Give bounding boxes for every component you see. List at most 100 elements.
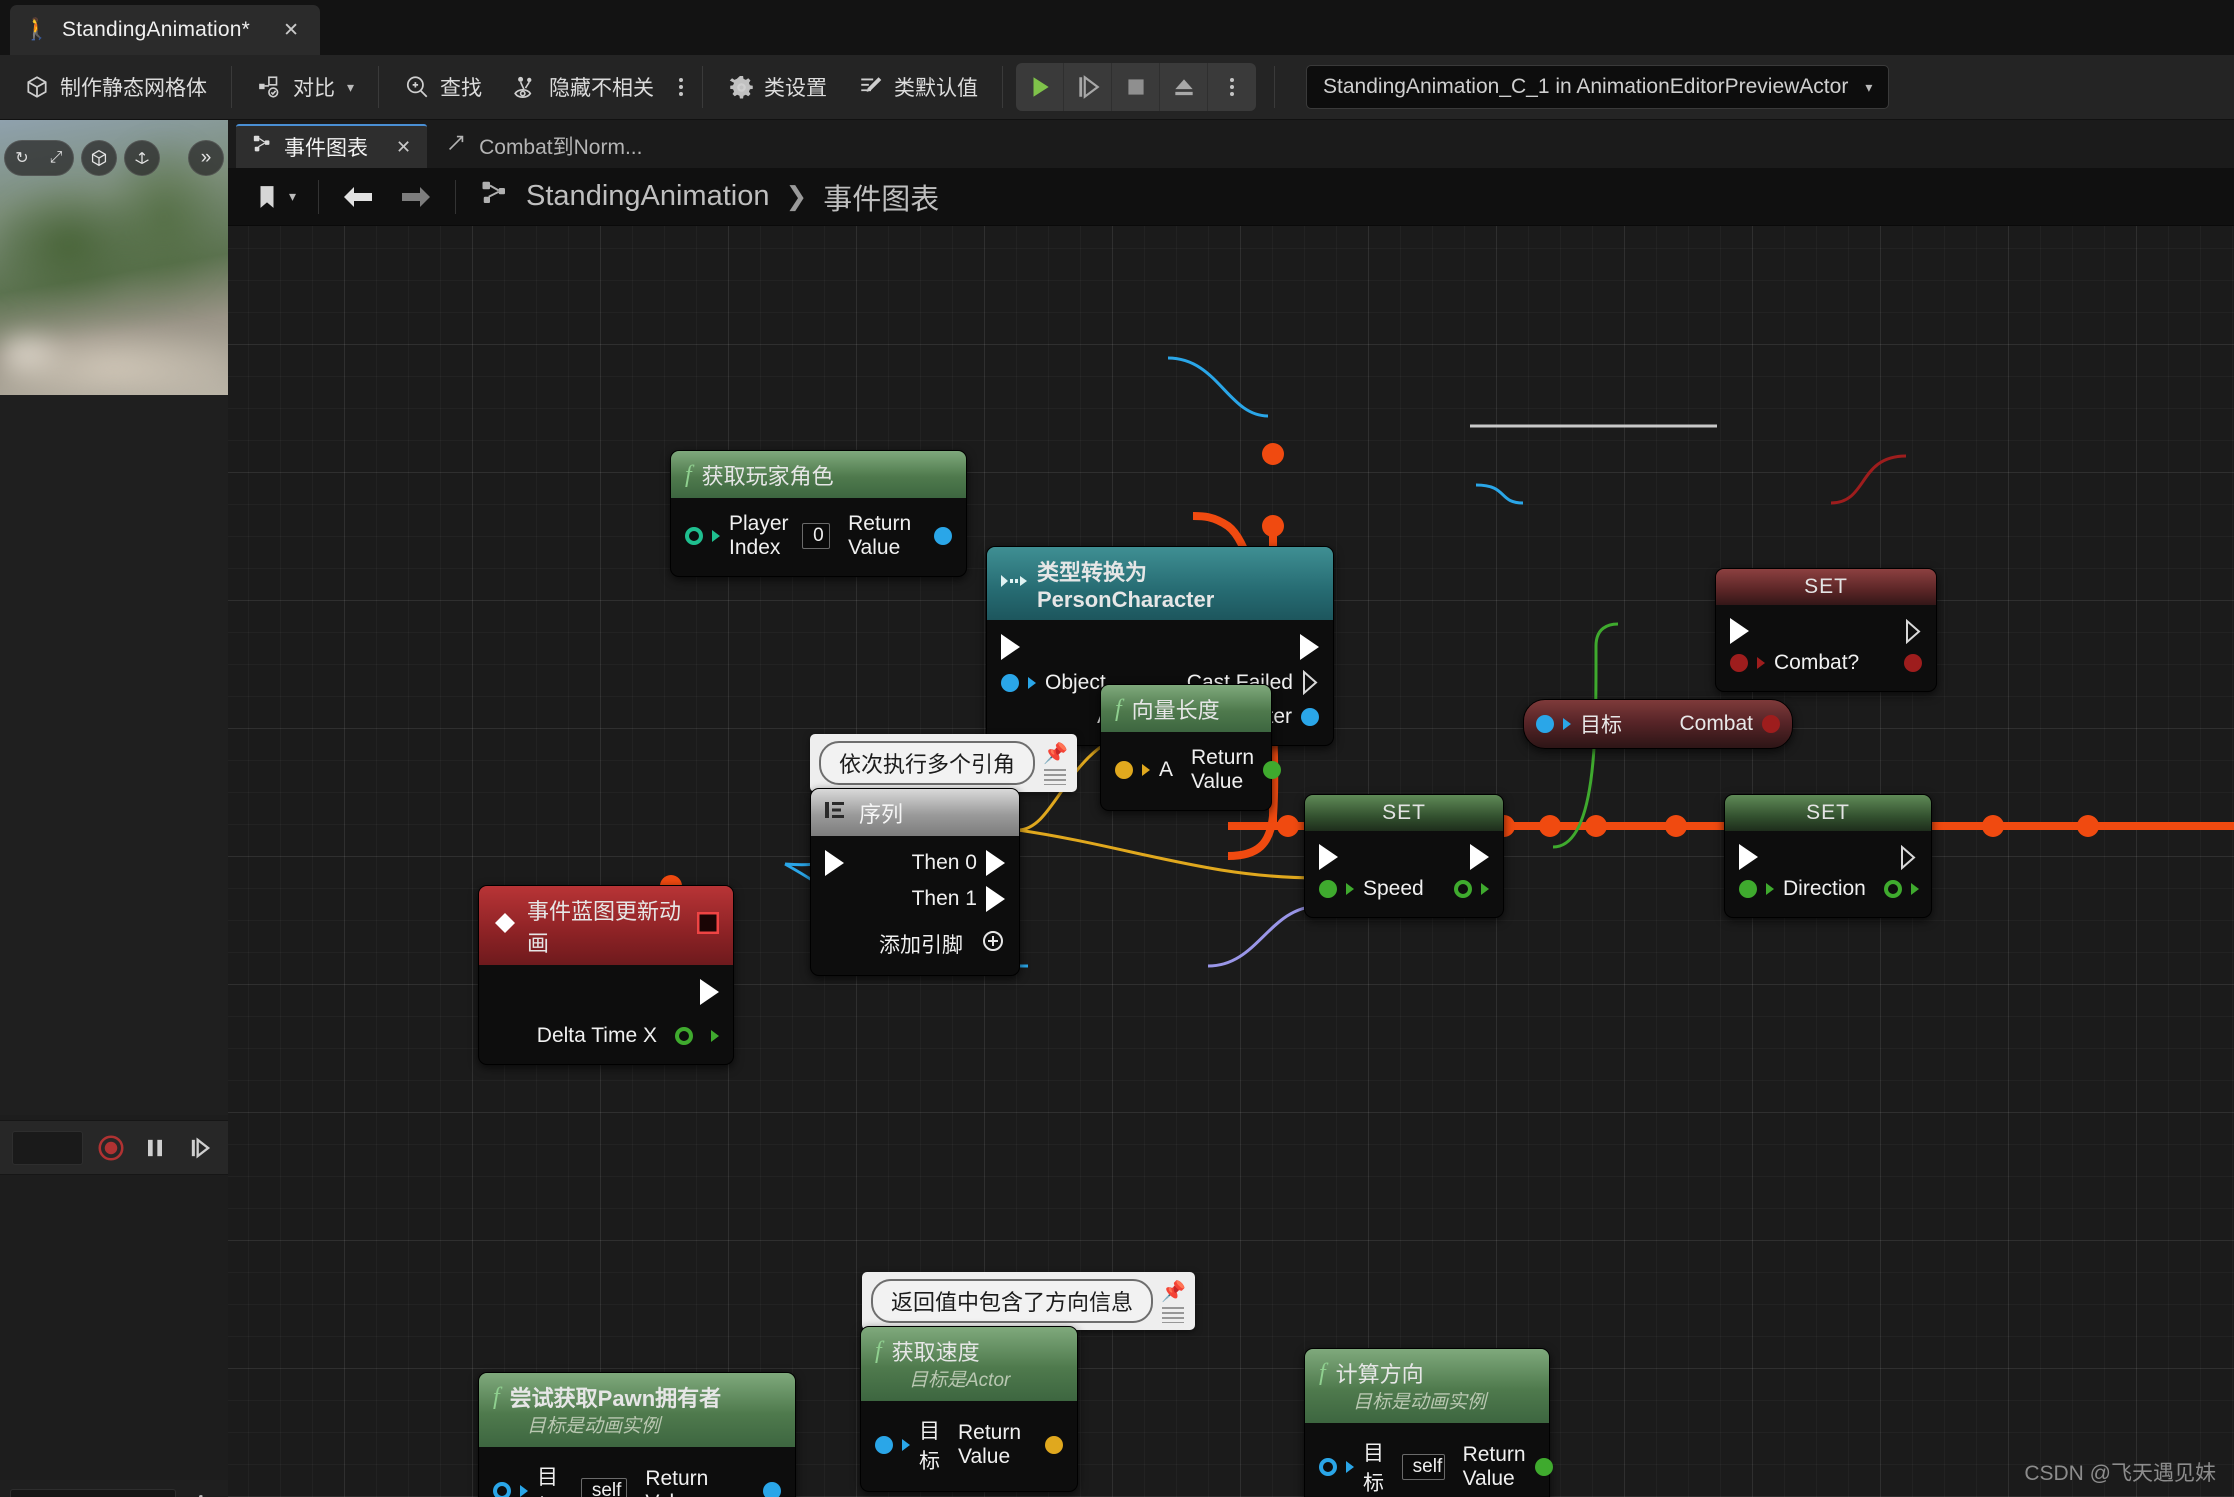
pin-then-1[interactable]: Then 1 — [912, 886, 1005, 912]
exec-pin-icon[interactable] — [700, 979, 719, 1005]
exec-pin-icon[interactable] — [1739, 844, 1758, 870]
make-static-mesh-button[interactable]: 制作静态网格体 — [8, 62, 222, 112]
eject-button[interactable] — [1160, 63, 1209, 111]
nav-back-button[interactable] — [329, 174, 387, 220]
comment-pin-group[interactable]: 📌 — [1161, 1279, 1186, 1323]
blueprint-graph-canvas[interactable]: f 获取玩家角色 Player Index 0 Return Value 类型转… — [228, 226, 2234, 1497]
pause-button[interactable] — [139, 1131, 171, 1165]
pin-return-value[interactable]: Return Value — [958, 1421, 1063, 1469]
event-diamond-icon — [493, 911, 517, 941]
record-button[interactable] — [95, 1131, 127, 1165]
pin-exec-in[interactable] — [825, 850, 844, 876]
node-sequence[interactable]: 序列 Then 0 Then 1 添加引脚 — [810, 788, 1020, 976]
target-value[interactable]: self — [580, 1478, 628, 1497]
node-get-player-character[interactable]: f 获取玩家角色 Player Index 0 Return Value — [670, 450, 967, 577]
pin-then-0[interactable]: Then 0 — [912, 850, 1005, 876]
exec-pin-icon[interactable] — [1730, 618, 1749, 644]
pin-player-index[interactable]: Player Index 0 — [685, 512, 831, 560]
preview-viewport[interactable]: ↻ ⤢ » — [0, 120, 228, 395]
preview-actor-dropdown[interactable]: StandingAnimation_C_1 in AnimationEditor… — [1306, 65, 1890, 109]
rotate-icon[interactable]: ↻ — [5, 141, 39, 175]
settings-gear-icon[interactable] — [184, 1489, 218, 1497]
pin-exec-in[interactable] — [1001, 634, 1020, 660]
close-icon[interactable]: ✕ — [396, 137, 411, 158]
pin-a[interactable]: A — [1115, 758, 1173, 782]
notes-icon[interactable] — [1044, 769, 1067, 785]
class-settings-button[interactable]: 类设置 — [712, 62, 842, 112]
node-set-combat[interactable]: SET Combat? — [1715, 568, 1937, 692]
pin-combat-output[interactable]: Combat — [1679, 712, 1780, 736]
expand-viewport-button[interactable]: » — [188, 140, 224, 176]
pin-speed-out[interactable] — [1454, 880, 1489, 898]
pin-row: Player Index 0 Return Value — [671, 507, 966, 565]
pin-object[interactable]: Object — [1001, 671, 1106, 695]
camera-cube-icon[interactable] — [81, 140, 117, 176]
plus-circle-icon[interactable] — [981, 929, 1005, 959]
hide-unrelated-options-icon[interactable] — [669, 78, 693, 96]
step-button[interactable] — [184, 1131, 216, 1165]
pin-target[interactable]: 目标 self — [493, 1461, 628, 1497]
add-pin-row[interactable]: 添加引脚 — [811, 917, 1019, 964]
pin-exec-out[interactable] — [1300, 634, 1319, 660]
node-calculate-direction[interactable]: f 计算方向 目标是动画实例 目标 self Return Value — [1304, 1348, 1553, 1497]
step-forward-button[interactable] — [1064, 63, 1113, 111]
node-try-get-pawn-owner[interactable]: f 尝试获取Pawn拥有者 目标是动画实例 目标 self Return Val… — [478, 1372, 796, 1497]
float-pin-icon[interactable] — [675, 1027, 693, 1045]
exec-pin-icon[interactable] — [1900, 844, 1917, 870]
node-set-direction[interactable]: SET Direction — [1724, 794, 1932, 918]
node-get-combat-variable[interactable]: 目标 Combat — [1523, 699, 1793, 749]
diff-button[interactable]: 对比 ▾ — [241, 62, 369, 112]
node-set-speed[interactable]: SET Speed — [1304, 794, 1504, 918]
nav-forward-button[interactable] — [387, 174, 445, 220]
pin-combat-in[interactable]: Combat? — [1730, 651, 1859, 675]
pin-row: Delta Time X — [479, 1010, 733, 1053]
details-search-input[interactable] — [10, 1489, 176, 1497]
tab-event-graph[interactable]: 事件图表 ✕ — [236, 124, 428, 168]
pin-target[interactable]: 目标 — [875, 1415, 940, 1475]
exec-pin-icon[interactable] — [1470, 844, 1489, 870]
pin-return-value[interactable]: Return Value — [645, 1467, 781, 1497]
breadcrumb-root[interactable]: StandingAnimation — [526, 180, 769, 213]
scale-icon[interactable]: ⤢ — [39, 141, 73, 175]
node-header: f 尝试获取Pawn拥有者 目标是动画实例 — [479, 1373, 795, 1447]
find-button[interactable]: 查找 — [388, 62, 497, 112]
close-icon[interactable]: ✕ — [276, 17, 306, 44]
play-button[interactable] — [1016, 63, 1065, 111]
pin-label: 目标 — [919, 1420, 940, 1473]
pin-icon[interactable]: 📌 — [1161, 1279, 1186, 1304]
transport-options-icon[interactable] — [1208, 63, 1256, 111]
comment-bubble-get-velocity[interactable]: 返回值中包含了方向信息 📌 — [862, 1272, 1195, 1343]
notes-icon[interactable] — [1162, 1307, 1185, 1323]
comment-bubble-sequence[interactable]: 依次执行多个引角 📌 — [810, 734, 1077, 805]
pin-return-value[interactable]: Return Value — [848, 512, 952, 560]
axis-gizmo-icon[interactable] — [124, 140, 160, 176]
event-marker-icon[interactable] — [696, 911, 720, 940]
tab-combat-to-normal[interactable]: Combat到Norm... — [427, 124, 660, 168]
node-event-blueprint-update-animation[interactable]: 事件蓝图更新动画 Delta Time X — [478, 885, 734, 1065]
node-title: 向量长度 — [1131, 698, 1220, 723]
node-vector-length[interactable]: f 向量长度 A Return Value — [1100, 684, 1282, 811]
pin-combat-out[interactable] — [1904, 654, 1922, 672]
target-value[interactable]: self — [1401, 1454, 1445, 1480]
pin-direction-out[interactable] — [1883, 880, 1919, 898]
exec-pin-icon[interactable] — [1319, 844, 1338, 870]
bookmark-dropdown[interactable]: ▾ — [242, 174, 308, 220]
node-get-velocity[interactable]: f 获取速度 目标是Actor 目标 Return Value — [860, 1326, 1078, 1492]
timecode-field[interactable] — [12, 1130, 83, 1165]
chevron-double-right-icon[interactable]: » — [188, 140, 224, 176]
pin-target[interactable]: 目标 — [1536, 709, 1622, 739]
hide-unrelated-button[interactable]: 隐藏不相关 — [497, 62, 669, 112]
toolbar-divider — [1002, 66, 1004, 108]
pin-icon[interactable]: 📌 — [1043, 741, 1068, 766]
exec-pin-icon[interactable] — [1905, 618, 1922, 644]
window-tab-standinganimation[interactable]: 🚶 StandingAnimation* ✕ — [10, 5, 320, 55]
pin-return-value[interactable]: Return Value — [1463, 1443, 1553, 1491]
stop-button[interactable] — [1112, 63, 1161, 111]
player-index-value[interactable]: 0 — [802, 523, 831, 549]
pin-direction-in[interactable]: Direction — [1739, 877, 1866, 901]
pin-return-value[interactable]: Return Value — [1191, 746, 1282, 794]
comment-pin-group[interactable]: 📌 — [1043, 741, 1068, 785]
pin-target[interactable]: 目标 self — [1319, 1437, 1445, 1497]
pin-speed-in[interactable]: Speed — [1319, 877, 1424, 901]
class-defaults-button[interactable]: 类默认值 — [842, 62, 993, 112]
